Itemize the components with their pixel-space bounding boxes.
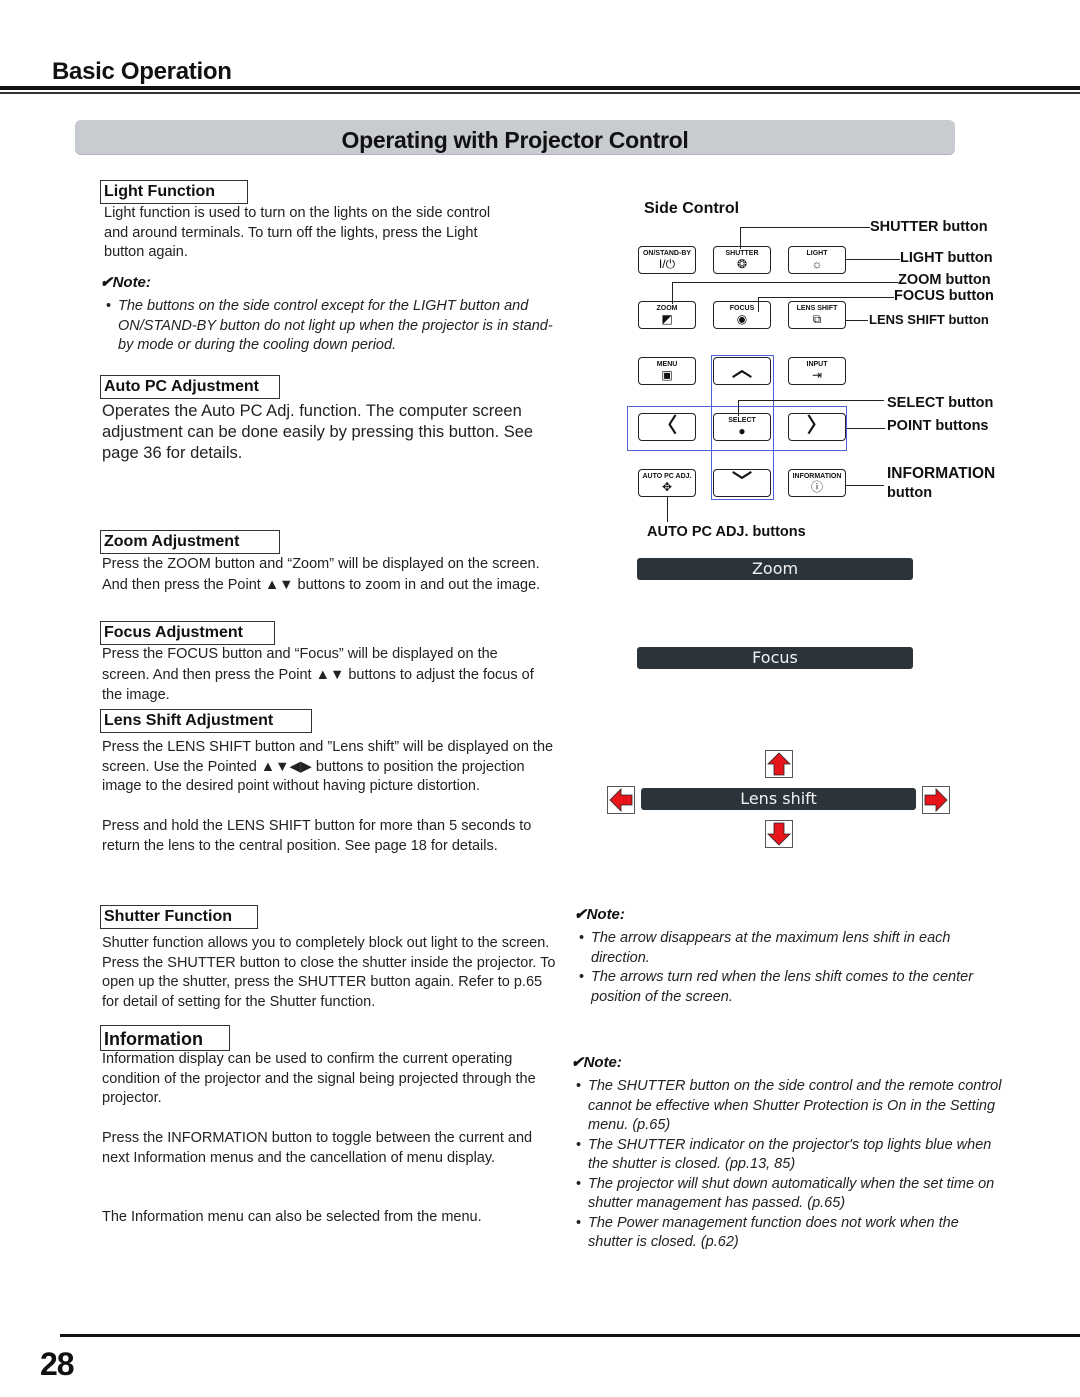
point-down-button[interactable]: ﹀	[713, 469, 771, 497]
callout-shutter: SHUTTER button	[870, 219, 988, 235]
shutter-icon: ❂	[736, 257, 748, 271]
leader-line	[758, 297, 894, 298]
heading-lens-shift: Lens Shift Adjustment	[100, 709, 312, 733]
light-note-list: The buttons on the side control except f…	[104, 297, 554, 356]
note-item: The arrows turn red when the lens shift …	[577, 968, 997, 1007]
heading-focus: Focus Adjustment	[100, 621, 275, 645]
leader-line	[846, 320, 868, 321]
information-text-3: The Information menu can also be selecte…	[102, 1209, 482, 1225]
chevron-up-icon: ︿	[732, 359, 752, 381]
callout-auto-pc: AUTO PC ADJ. buttons	[647, 524, 806, 540]
header-rule	[0, 86, 1080, 90]
info-icon: ⓘ	[810, 480, 823, 494]
leader-line	[740, 227, 870, 228]
shutter-button[interactable]: SHUTTER ❂	[713, 246, 771, 274]
shutter-note-list: The SHUTTER button on the side control a…	[574, 1077, 1004, 1253]
leader-line	[672, 282, 673, 304]
leader-line	[847, 428, 885, 429]
footer-rule	[60, 1334, 1080, 1337]
select-dot-icon: ●	[738, 424, 746, 438]
callout-information: INFORMATION	[887, 465, 996, 482]
osd-lens-shift: Lens shift	[641, 788, 916, 810]
section-title: Basic Operation	[52, 58, 232, 85]
header-rule-thin	[0, 92, 1080, 94]
note-item: The arrow disappears at the maximum lens…	[577, 929, 997, 968]
leader-line	[672, 282, 898, 283]
leader-line	[738, 400, 739, 416]
note-item: The SHUTTER indicator on the projector's…	[574, 1136, 1004, 1175]
note-item: The buttons on the side control except f…	[104, 297, 554, 356]
zoom-button[interactable]: ZOOM ◩	[638, 301, 696, 329]
lens-shift-text-1: Press the LENS SHIFT button and ”Lens sh…	[102, 739, 554, 794]
heading-auto-pc: Auto PC Adjustment	[100, 375, 280, 399]
shutter-text: Shutter function allows you to completel…	[102, 935, 556, 1010]
power-icon: I/⏻	[658, 257, 676, 271]
callout-information-button: button	[887, 485, 933, 501]
light-button[interactable]: LIGHT ☼	[788, 246, 846, 274]
leader-line	[758, 297, 759, 312]
osd-zoom: Zoom	[637, 558, 913, 580]
focus-button[interactable]: FOCUS ◉	[713, 301, 771, 329]
note-title: ✔Note:	[100, 274, 151, 291]
lens-shift-icon: ⧉	[812, 312, 822, 326]
page-number: 28	[40, 1346, 75, 1382]
note-item: The SHUTTER button on the side control a…	[574, 1077, 1004, 1136]
arrow-right-icon	[922, 786, 950, 814]
side-control-title: Side Control	[644, 200, 740, 217]
point-right-button[interactable]: 〉	[788, 413, 846, 441]
input-button[interactable]: INPUT ⇥	[788, 357, 846, 385]
leader-line	[738, 400, 884, 401]
zoom-icon: ◩	[661, 312, 673, 326]
point-up-button[interactable]: ︿	[713, 357, 771, 385]
light-function-text: Light function is used to turn on the li…	[104, 205, 491, 260]
arrow-down-icon	[765, 820, 793, 848]
callout-light: LIGHT button	[900, 250, 993, 266]
zoom-text: Press the ZOOM button and “Zoom” will be…	[102, 556, 541, 593]
heading-shutter: Shutter Function	[100, 905, 258, 929]
osd-focus: Focus	[637, 647, 913, 669]
leader-line	[740, 227, 741, 249]
note-item: The projector will shut down automatical…	[574, 1175, 1004, 1214]
chevron-down-icon: ﹀	[732, 471, 752, 493]
auto-pc-adj-button[interactable]: AUTO PC ADJ. ✥	[638, 469, 696, 497]
note-item: The Power management function does not w…	[574, 1214, 1004, 1253]
lens-note-list: The arrow disappears at the maximum lens…	[577, 929, 997, 1007]
information-text-2: Press the INFORMATION button to toggle b…	[102, 1130, 533, 1166]
menu-button[interactable]: MENU ▣	[638, 357, 696, 385]
point-left-button[interactable]: 〈	[638, 413, 696, 441]
auto-pc-icon: ✥	[661, 480, 673, 494]
heading-light-function: Light Function	[100, 180, 248, 204]
chevron-right-icon: 〉	[807, 415, 827, 437]
focus-icon: ◉	[736, 312, 748, 326]
heading-information: Information	[100, 1025, 230, 1051]
arrow-up-icon	[765, 750, 793, 778]
lens-note-title: ✔Note:	[574, 906, 625, 923]
menu-icon: ▣	[661, 368, 673, 382]
leader-line	[846, 259, 900, 260]
light-bulb-icon: ☼	[811, 257, 823, 271]
heading-zoom: Zoom Adjustment	[100, 530, 280, 554]
focus-text: Press the FOCUS button and “Focus” will …	[102, 646, 534, 703]
callout-zoom: ZOOM button	[898, 272, 991, 288]
input-icon: ⇥	[811, 368, 823, 382]
lens-shift-button[interactable]: LENS SHIFT ⧉	[788, 301, 846, 329]
lens-shift-text-2: Press and hold the LENS SHIFT button for…	[102, 818, 532, 854]
page-title: Operating with Projector Control	[341, 127, 689, 153]
callout-point: POINT buttons	[887, 418, 989, 434]
information-button[interactable]: INFORMATION ⓘ	[788, 469, 846, 497]
callout-lens-shift: LENS SHIFT button	[869, 312, 989, 327]
arrow-left-icon	[607, 786, 635, 814]
leader-line	[667, 497, 668, 522]
callout-focus: FOCUS button	[894, 288, 994, 304]
leader-line	[846, 485, 884, 486]
on-standby-button[interactable]: ON/STAND-BY I/⏻	[638, 246, 696, 274]
callout-select: SELECT button	[887, 395, 994, 411]
page-title-banner: Operating with Projector Control	[75, 120, 955, 155]
shutter-note-title: ✔Note:	[571, 1054, 622, 1071]
auto-pc-text: Operates the Auto PC Adj. function. The …	[102, 402, 534, 462]
information-text-1: Information display can be used to confi…	[102, 1051, 536, 1106]
chevron-left-icon: 〈	[657, 415, 677, 437]
select-button[interactable]: SELECT ●	[713, 413, 771, 441]
